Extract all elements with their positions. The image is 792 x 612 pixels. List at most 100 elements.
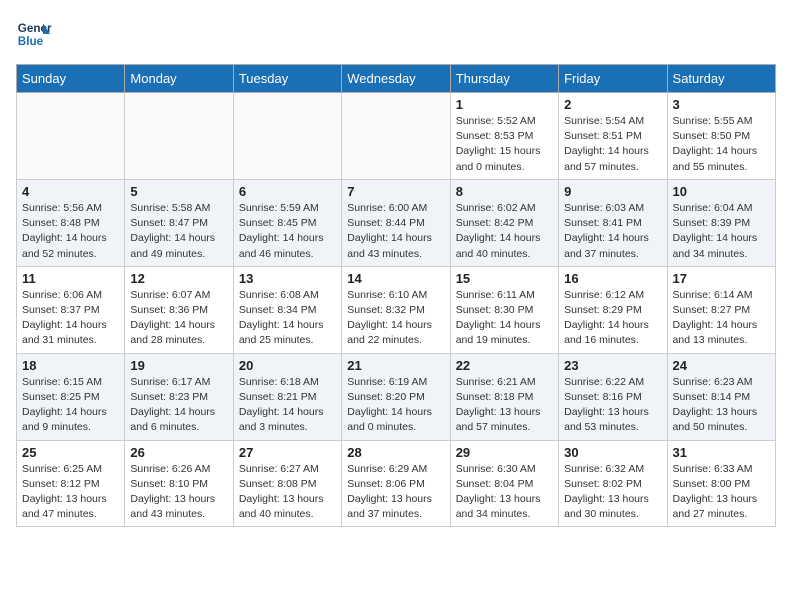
day-info: Sunrise: 6:04 AM Sunset: 8:39 PM Dayligh… [673,201,770,262]
day-info: Sunrise: 6:12 AM Sunset: 8:29 PM Dayligh… [564,288,661,349]
day-info: Sunrise: 5:56 AM Sunset: 8:48 PM Dayligh… [22,201,119,262]
day-number: 6 [239,184,336,199]
calendar-day-cell: 11Sunrise: 6:06 AM Sunset: 8:37 PM Dayli… [17,266,125,353]
calendar-day-cell: 15Sunrise: 6:11 AM Sunset: 8:30 PM Dayli… [450,266,558,353]
day-info: Sunrise: 6:03 AM Sunset: 8:41 PM Dayligh… [564,201,661,262]
day-info: Sunrise: 6:07 AM Sunset: 8:36 PM Dayligh… [130,288,227,349]
weekday-header-monday: Monday [125,65,233,93]
day-number: 23 [564,358,661,373]
day-number: 17 [673,271,770,286]
day-info: Sunrise: 6:06 AM Sunset: 8:37 PM Dayligh… [22,288,119,349]
calendar-day-cell: 4Sunrise: 5:56 AM Sunset: 8:48 PM Daylig… [17,179,125,266]
calendar-day-cell [342,93,450,180]
calendar-day-cell: 30 Sunrise: 6:32 AM Sunset: 8:02 PM Dayli… [559,440,667,527]
calendar-day-cell: 22 Sunrise: 6:21 AM Sunset: 8:18 PM Dayli… [450,353,558,440]
day-info: Sunrise: 6:29 AM Sunset: 8:06 PM Dayligh… [347,462,444,523]
day-number: 8 [456,184,553,199]
calendar-day-cell: 20 Sunrise: 6:18 AM Sunset: 8:21 PM Dayli… [233,353,341,440]
day-number: 21 [347,358,444,373]
calendar-day-cell: 23 Sunrise: 6:22 AM Sunset: 8:16 PM Dayli… [559,353,667,440]
calendar-day-cell: 21 Sunrise: 6:19 AM Sunset: 8:20 PM Dayli… [342,353,450,440]
day-number: 13 [239,271,336,286]
day-number: 20 [239,358,336,373]
day-number: 12 [130,271,227,286]
calendar-day-cell: 18Sunrise: 6:15 AM Sunset: 8:25 PM Dayli… [17,353,125,440]
day-number: 26 [130,445,227,460]
day-info: Sunrise: 6:00 AM Sunset: 8:44 PM Dayligh… [347,201,444,262]
calendar-day-cell: 25Sunrise: 6:25 AM Sunset: 8:12 PM Dayli… [17,440,125,527]
calendar-day-cell [17,93,125,180]
day-number: 10 [673,184,770,199]
calendar-day-cell: 12 Sunrise: 6:07 AM Sunset: 8:36 PM Dayli… [125,266,233,353]
logo: General Blue [16,16,52,52]
logo-icon: General Blue [16,16,52,52]
day-info: Sunrise: 5:59 AM Sunset: 8:45 PM Dayligh… [239,201,336,262]
calendar-day-cell: 19 Sunrise: 6:17 AM Sunset: 8:23 PM Dayli… [125,353,233,440]
day-number: 5 [130,184,227,199]
weekday-header-wednesday: Wednesday [342,65,450,93]
day-info: Sunrise: 6:27 AM Sunset: 8:08 PM Dayligh… [239,462,336,523]
svg-text:Blue: Blue [18,35,44,48]
day-info: Sunrise: 6:23 AM Sunset: 8:14 PM Dayligh… [673,375,770,436]
day-info: Sunrise: 6:14 AM Sunset: 8:27 PM Dayligh… [673,288,770,349]
day-info: Sunrise: 6:17 AM Sunset: 8:23 PM Dayligh… [130,375,227,436]
calendar-week-row: 18Sunrise: 6:15 AM Sunset: 8:25 PM Dayli… [17,353,776,440]
calendar-week-row: 1 Sunrise: 5:52 AM Sunset: 8:53 PM Daylig… [17,93,776,180]
weekday-header-tuesday: Tuesday [233,65,341,93]
day-number: 15 [456,271,553,286]
calendar-day-cell: 7Sunrise: 6:00 AM Sunset: 8:44 PM Daylig… [342,179,450,266]
calendar-week-row: 11Sunrise: 6:06 AM Sunset: 8:37 PM Dayli… [17,266,776,353]
calendar-week-row: 25Sunrise: 6:25 AM Sunset: 8:12 PM Dayli… [17,440,776,527]
weekday-header-sunday: Sunday [17,65,125,93]
day-number: 27 [239,445,336,460]
day-number: 30 [564,445,661,460]
weekday-header-friday: Friday [559,65,667,93]
calendar-day-cell: 17 Sunrise: 6:14 AM Sunset: 8:27 PM Dayli… [667,266,775,353]
calendar-day-cell: 31Sunrise: 6:33 AM Sunset: 8:00 PM Dayli… [667,440,775,527]
day-number: 22 [456,358,553,373]
day-info: Sunrise: 6:26 AM Sunset: 8:10 PM Dayligh… [130,462,227,523]
day-info: Sunrise: 6:33 AM Sunset: 8:00 PM Dayligh… [673,462,770,523]
day-info: Sunrise: 6:32 AM Sunset: 8:02 PM Dayligh… [564,462,661,523]
day-number: 2 [564,97,661,112]
day-info: Sunrise: 6:22 AM Sunset: 8:16 PM Dayligh… [564,375,661,436]
day-number: 1 [456,97,553,112]
calendar-day-cell: 6 Sunrise: 5:59 AM Sunset: 8:45 PM Daylig… [233,179,341,266]
day-info: Sunrise: 6:21 AM Sunset: 8:18 PM Dayligh… [456,375,553,436]
calendar-week-row: 4Sunrise: 5:56 AM Sunset: 8:48 PM Daylig… [17,179,776,266]
day-info: Sunrise: 5:52 AM Sunset: 8:53 PM Dayligh… [456,114,553,175]
calendar-day-cell: 3 Sunrise: 5:55 AM Sunset: 8:50 PM Daylig… [667,93,775,180]
day-number: 24 [673,358,770,373]
calendar-day-cell: 5 Sunrise: 5:58 AM Sunset: 8:47 PM Daylig… [125,179,233,266]
day-number: 9 [564,184,661,199]
calendar-day-cell: 16 Sunrise: 6:12 AM Sunset: 8:29 PM Dayli… [559,266,667,353]
day-info: Sunrise: 5:58 AM Sunset: 8:47 PM Dayligh… [130,201,227,262]
day-number: 16 [564,271,661,286]
calendar-day-cell: 24 Sunrise: 6:23 AM Sunset: 8:14 PM Dayli… [667,353,775,440]
day-info: Sunrise: 6:08 AM Sunset: 8:34 PM Dayligh… [239,288,336,349]
weekday-header-thursday: Thursday [450,65,558,93]
calendar-day-cell: 8 Sunrise: 6:02 AM Sunset: 8:42 PM Daylig… [450,179,558,266]
day-number: 3 [673,97,770,112]
calendar-day-cell: 26 Sunrise: 6:26 AM Sunset: 8:10 PM Dayli… [125,440,233,527]
day-info: Sunrise: 6:30 AM Sunset: 8:04 PM Dayligh… [456,462,553,523]
day-number: 18 [22,358,119,373]
calendar-day-cell [233,93,341,180]
weekday-header-row: SundayMondayTuesdayWednesdayThursdayFrid… [17,65,776,93]
calendar-day-cell: 2 Sunrise: 5:54 AM Sunset: 8:51 PM Daylig… [559,93,667,180]
calendar-day-cell: 1 Sunrise: 5:52 AM Sunset: 8:53 PM Daylig… [450,93,558,180]
day-number: 28 [347,445,444,460]
calendar-day-cell [125,93,233,180]
day-number: 25 [22,445,119,460]
day-info: Sunrise: 5:55 AM Sunset: 8:50 PM Dayligh… [673,114,770,175]
day-number: 19 [130,358,227,373]
calendar-day-cell: 9 Sunrise: 6:03 AM Sunset: 8:41 PM Daylig… [559,179,667,266]
day-info: Sunrise: 5:54 AM Sunset: 8:51 PM Dayligh… [564,114,661,175]
calendar-day-cell: 13 Sunrise: 6:08 AM Sunset: 8:34 PM Dayli… [233,266,341,353]
day-info: Sunrise: 6:10 AM Sunset: 8:32 PM Dayligh… [347,288,444,349]
day-info: Sunrise: 6:18 AM Sunset: 8:21 PM Dayligh… [239,375,336,436]
day-info: Sunrise: 6:19 AM Sunset: 8:20 PM Dayligh… [347,375,444,436]
calendar-day-cell: 29Sunrise: 6:30 AM Sunset: 8:04 PM Dayli… [450,440,558,527]
day-info: Sunrise: 6:02 AM Sunset: 8:42 PM Dayligh… [456,201,553,262]
calendar-day-cell: 27 Sunrise: 6:27 AM Sunset: 8:08 PM Dayli… [233,440,341,527]
